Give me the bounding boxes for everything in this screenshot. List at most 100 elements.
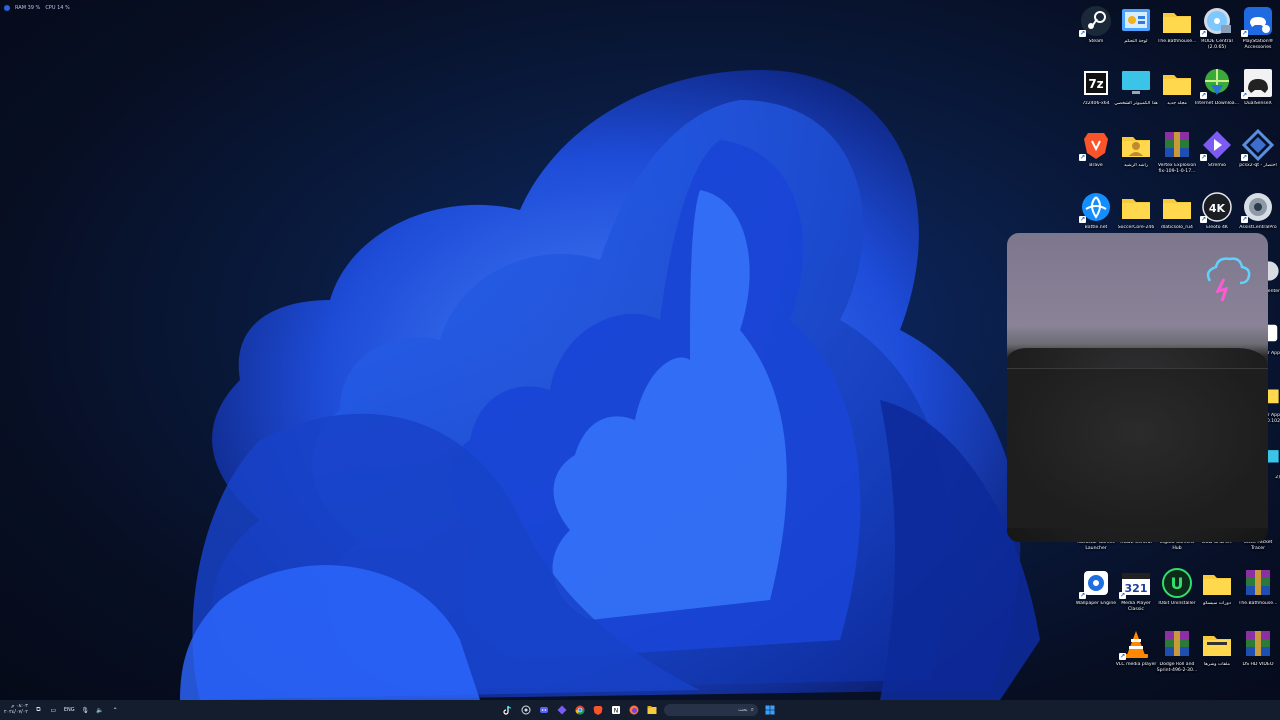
shortcut-arrow-icon: ↗ — [1241, 92, 1248, 99]
ram-usage: RAM 39 % — [15, 5, 41, 11]
taskbar: ٠٨:٠٣ م ٢٠٢٤/٠٧/٠٢ ⧉ ▭ ENG 🎙 🔈 ⌃ N بحث ⌕ — [0, 700, 1280, 720]
cpu-usage: CPU 14 % — [45, 5, 70, 11]
desktop-icon-label: AssistCentralPro — [1239, 225, 1277, 230]
desktop-icon-wallpaper-engine[interactable]: ↗ Wallpaper Engine — [1076, 566, 1116, 626]
clock-date: ٢٠٢٤/٠٧/٠٢ — [4, 710, 28, 715]
copilot-icon[interactable] — [520, 704, 532, 716]
shortcut-arrow-icon: ↗ — [1200, 154, 1207, 161]
desktop-icon-label: راشد الرشيد — [1123, 163, 1149, 168]
search-placeholder: بحث — [738, 707, 748, 713]
svg-text:4K: 4K — [1209, 202, 1226, 215]
desktop-icon-new-folder[interactable]: مجلد جديد — [1157, 66, 1197, 126]
shortcut-arrow-icon: ↗ — [1079, 216, 1086, 223]
iobit-uninstaller-icon: U — [1162, 568, 1192, 598]
file-explorer-icon[interactable] — [646, 704, 658, 716]
shortcut-arrow-icon: ↗ — [1200, 216, 1207, 223]
desktop-icon-playstation-accessories[interactable]: ↗ PlayStation® Accessories — [1238, 4, 1278, 64]
stremio-icon[interactable] — [556, 704, 568, 716]
desktop-icon-label: Wallpaper Engine — [1075, 601, 1117, 606]
desktop-icon-label: DS HD VIDEO — [1242, 662, 1274, 667]
svg-text:N: N — [614, 708, 619, 715]
desktop-icon-cisco-courses[interactable]: دورات سيسكو — [1197, 566, 1237, 626]
desktop-icon-7zip[interactable]: 7z 7z2406-x64 — [1076, 66, 1116, 126]
desktop-icon-label: The.Bathhouse... — [1238, 601, 1278, 606]
firefox-icon[interactable] — [628, 704, 640, 716]
desktop-icon-user-folder[interactable]: راشد الرشيد — [1116, 128, 1156, 188]
shortcut-arrow-icon: ↗ — [1241, 216, 1248, 223]
desktop-icon-label: دورات سيسكو — [1203, 601, 1231, 606]
desktop-icon-brave[interactable]: ↗ Brave — [1076, 128, 1116, 188]
desktop-icon-label: PlayStation® Accessories — [1242, 39, 1274, 51]
desktop-icon-label: Stremio — [1208, 163, 1226, 168]
notification-icon[interactable]: ⧉ — [34, 705, 43, 715]
desktop-icon-steam[interactable]: ↗ Steam — [1076, 4, 1116, 64]
desktop-icon-label: DualSenseX — [1244, 101, 1272, 106]
desktop-icon-label: RODE Central (2.0.65) — [1201, 39, 1233, 51]
winrar-archive-icon — [1246, 570, 1270, 595]
desktop-icon-stremio[interactable]: ↗ Stremio — [1197, 128, 1237, 188]
desktop-icon-media-player-classic[interactable]: 321 ↗ Media Player Classic — [1116, 566, 1156, 626]
desktop-icon-label: pcsx2-qt - اختصار — [1239, 163, 1277, 168]
desktop-icon-iobit-uninstaller[interactable]: U IObit Uninstaller — [1157, 566, 1197, 626]
battery-icon[interactable]: ▭ — [49, 705, 58, 715]
desktop-icon-label: مجلد جديد — [1167, 101, 1187, 106]
folder-icon — [1203, 575, 1231, 595]
shortcut-arrow-icon: ↗ — [1200, 92, 1207, 99]
chevron-up-icon[interactable]: ⌃ — [111, 705, 120, 715]
desktop-icon-label: Battle.net — [1084, 225, 1108, 230]
shortcut-arrow-icon: ↗ — [1241, 154, 1248, 161]
performance-icon — [4, 5, 10, 11]
user-folder-icon — [1122, 137, 1150, 157]
desktop-icon-dualsensex[interactable]: ↗ DualSenseX — [1238, 66, 1278, 126]
shortcut-arrow-icon: ↗ — [1079, 592, 1086, 599]
svg-text:321: 321 — [1125, 582, 1148, 595]
desktop-icon-rode-central[interactable]: ↗ RODE Central (2.0.65) — [1197, 4, 1237, 64]
desktop-icon-label: Vertex Explosion fix-109-1-0-17... — [1157, 163, 1197, 175]
svg-text:7z: 7z — [1088, 77, 1103, 91]
language-indicator[interactable]: ENG — [64, 707, 75, 713]
desktop-icon-bathhouse-folder[interactable]: The.Bathhouse... — [1157, 4, 1197, 64]
shortcut-arrow-icon: ↗ — [1119, 653, 1126, 660]
winrar-archive-icon — [1165, 631, 1189, 656]
desktop-icon-pcsx2[interactable]: ↗ pcsx2-qt - اختصار — [1238, 128, 1278, 188]
desktop-icon-files-folder[interactable]: ملفات وشرها — [1197, 627, 1237, 687]
winrar-archive-icon — [1246, 631, 1270, 656]
search-icon: ⌕ — [750, 706, 754, 713]
desktop-icon-bathhouse-archive[interactable]: The.Bathhouse... — [1238, 566, 1278, 626]
tiktok-icon[interactable] — [502, 704, 514, 716]
microphone-icon[interactable]: 🎙 — [81, 705, 90, 715]
chrome-icon[interactable] — [574, 704, 586, 716]
brave-icon[interactable] — [592, 704, 604, 716]
camera-preview-window[interactable] — [1007, 233, 1268, 542]
desktop-icon-label: 7z2406-x64 — [1082, 101, 1110, 106]
shortcut-arrow-icon: ↗ — [1241, 30, 1248, 37]
desktop-icon-label: dlaticsolo_ru4 — [1161, 225, 1193, 230]
notion-icon[interactable]: N — [610, 704, 622, 716]
shortcut-arrow-icon: ↗ — [1119, 592, 1126, 599]
desktop-icon-label: IObit Uninstaller — [1158, 601, 1196, 606]
desktop-icon-vertex-explosion[interactable]: Vertex Explosion fix-109-1-0-17... — [1157, 128, 1197, 188]
discord-icon[interactable] — [538, 704, 550, 716]
desktop-icon-dodge-roll[interactable]: Dodge Roll and Sprint-496-2-30... — [1157, 627, 1197, 687]
desktop-icon-internet-download-manager[interactable]: ↗ Internet Downloa... — [1195, 66, 1239, 126]
desktop-icon-label: Dodge Roll and Sprint-496-2-30... — [1156, 662, 1198, 674]
volume-icon[interactable]: 🔈 — [96, 705, 105, 715]
desktop-icon-label: Eleoto 4K — [1206, 225, 1228, 230]
svg-text:U: U — [1171, 574, 1184, 593]
desktop-icon-vlc[interactable]: ↗ VLC media player — [1116, 627, 1156, 687]
folder-icon — [1122, 199, 1150, 219]
desktop-icon-label: Steam — [1088, 39, 1104, 44]
shortcut-arrow-icon: ↗ — [1079, 30, 1086, 37]
desktop-icon-control-panel[interactable]: لوحة التحكم — [1116, 4, 1156, 64]
system-tray: ٠٨:٠٣ م ٢٠٢٤/٠٧/٠٢ ⧉ ▭ ENG 🎙 🔈 ⌃ — [4, 700, 120, 720]
desktop-icon-this-pc[interactable]: هذا الكمبيوتر الشخصي — [1114, 66, 1158, 126]
7zip-icon: 7z — [1084, 71, 1108, 95]
folder-icon — [1203, 636, 1231, 656]
taskbar-search[interactable]: بحث ⌕ — [664, 704, 758, 716]
clock[interactable]: ٠٨:٠٣ م ٢٠٢٤/٠٧/٠٢ — [4, 704, 28, 716]
windows-start-icon[interactable] — [764, 704, 776, 716]
control-panel-icon — [1122, 9, 1150, 31]
desktop-icon-ds-hd-video[interactable]: DS HD VIDEO — [1238, 627, 1278, 687]
desktop-icon-label: Media Player Classic — [1121, 601, 1151, 613]
desktop-icon-label: ملفات وشرها — [1204, 662, 1230, 667]
